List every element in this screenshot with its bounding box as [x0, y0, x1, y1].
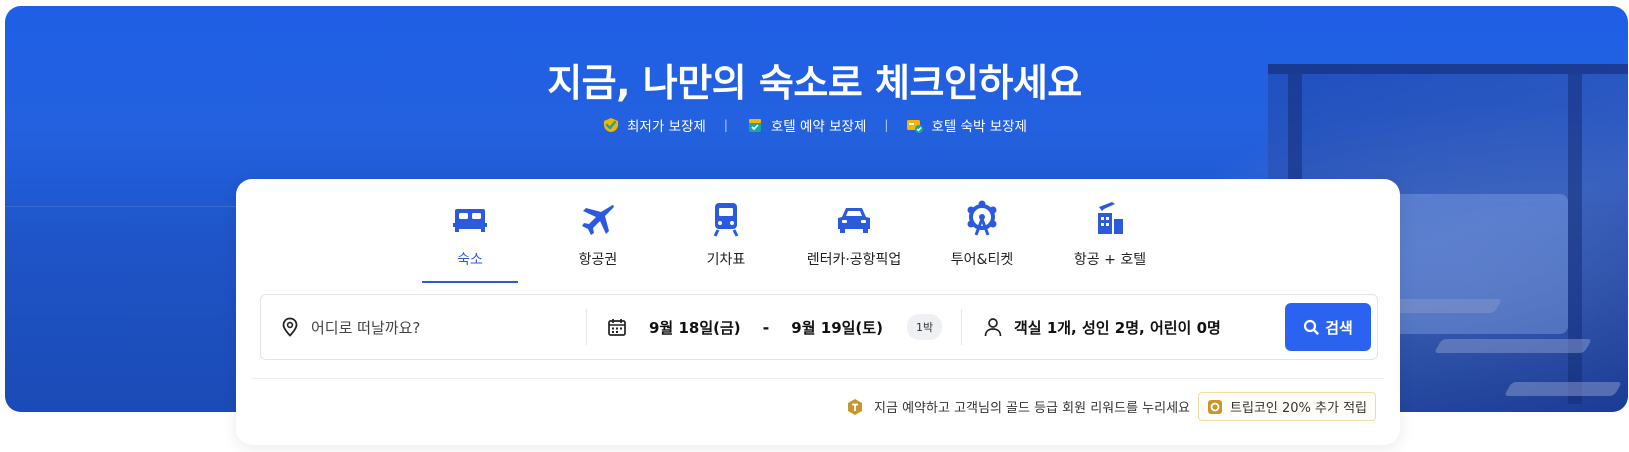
tab-stays[interactable]: 숙소 [406, 195, 534, 283]
search-button[interactable]: 검색 [1285, 303, 1371, 351]
tripcoin-badge[interactable]: 트립코인 20% 추가 적립 [1198, 392, 1376, 421]
search-icon [1304, 319, 1319, 335]
search-button-label: 검색 [1325, 318, 1353, 337]
flight-hotel-icon [1098, 202, 1123, 234]
guarantee-list: 최저가 보장제 | 호텔 예약 보장제 | 호텔 숙박 보장제 [0, 115, 1629, 135]
page-title: 지금, 나만의 숙소로 체크인하세요 [547, 61, 1082, 105]
location-pin-icon [282, 317, 298, 337]
tripcoin-text: 트립코인 20% 추가 적립 [1230, 401, 1367, 416]
tab-label: 렌터카·공항픽업 [806, 252, 902, 268]
rewards-promo: 지금 예약하고 고객님의 골드 등급 회원 리워드를 누리세요 트립코인 20%… [846, 392, 1376, 421]
calendar-check-icon [748, 119, 761, 132]
tab-label: 항공 + 호텔 [1073, 252, 1147, 268]
gold-tier-icon [848, 398, 863, 415]
tab-label: 기차표 [706, 252, 746, 268]
car-icon [838, 208, 870, 233]
horizon-line [5, 206, 245, 207]
tab-car-rental[interactable]: 렌터카·공항픽업 [790, 195, 918, 281]
tripcoin-icon [1208, 399, 1223, 414]
destination-field[interactable]: 어디로 떠날까요? [261, 309, 587, 345]
guarantee-booking[interactable]: 호텔 예약 보장제 [746, 115, 867, 135]
tab-label: 항공권 [578, 252, 618, 268]
guarantee-separator: | [884, 118, 889, 132]
ferris-wheel-icon [967, 200, 997, 236]
guests-summary: 객실 1개, 성인 2명, 어린이 0명 [1014, 318, 1221, 337]
search-card: 숙소 항공권 기차표 렌터카·공항픽업 투어&티켓 항공 + 호텔 어디로 떠날… [236, 179, 1400, 445]
destination-placeholder: 어디로 떠날까요? [311, 318, 421, 337]
tab-label: 투어&티켓 [950, 252, 1014, 268]
tab-flight-hotel[interactable]: 항공 + 호텔 [1046, 195, 1174, 281]
search-bar: 어디로 떠날까요? 9월 18일(금) - 9월 19일(토) 1박 객실 1개… [260, 294, 1378, 360]
check-badge-icon [604, 118, 619, 132]
guarantee-label: 호텔 숙박 보장제 [931, 119, 1027, 135]
tab-trains[interactable]: 기차표 [662, 195, 790, 281]
product-tabs: 숙소 항공권 기차표 렌터카·공항픽업 투어&티켓 항공 + 호텔 [406, 195, 1174, 283]
tab-flights[interactable]: 항공권 [534, 195, 662, 281]
guarantee-label: 호텔 예약 보장제 [770, 119, 867, 135]
tab-tours-tickets[interactable]: 투어&티켓 [918, 195, 1046, 281]
hotel-stay-icon [907, 120, 924, 133]
airplane-icon [582, 205, 614, 235]
guarantee-stay[interactable]: 호텔 숙박 보장제 [906, 115, 1027, 135]
date-separator: - [762, 317, 770, 337]
tab-label: 숙소 [457, 252, 483, 268]
checkout-date: 9월 19일(토) [791, 318, 883, 337]
checkin-date: 9월 18일(금) [649, 318, 741, 337]
calendar-icon [608, 319, 626, 336]
rewards-text: 지금 예약하고 고객님의 골드 등급 회원 리워드를 누리세요 [874, 401, 1191, 416]
guarantee-lowest-price[interactable]: 최저가 보장제 [602, 115, 706, 135]
nights-badge: 1박 [906, 314, 943, 340]
person-icon [984, 318, 1002, 337]
card-divider [252, 378, 1384, 379]
date-range-field[interactable]: 9월 18일(금) - 9월 19일(토) 1박 [587, 309, 962, 345]
guarantee-label: 최저가 보장제 [627, 119, 706, 135]
bed-icon [453, 209, 487, 232]
train-icon [713, 203, 739, 237]
guarantee-separator: | [723, 118, 728, 132]
